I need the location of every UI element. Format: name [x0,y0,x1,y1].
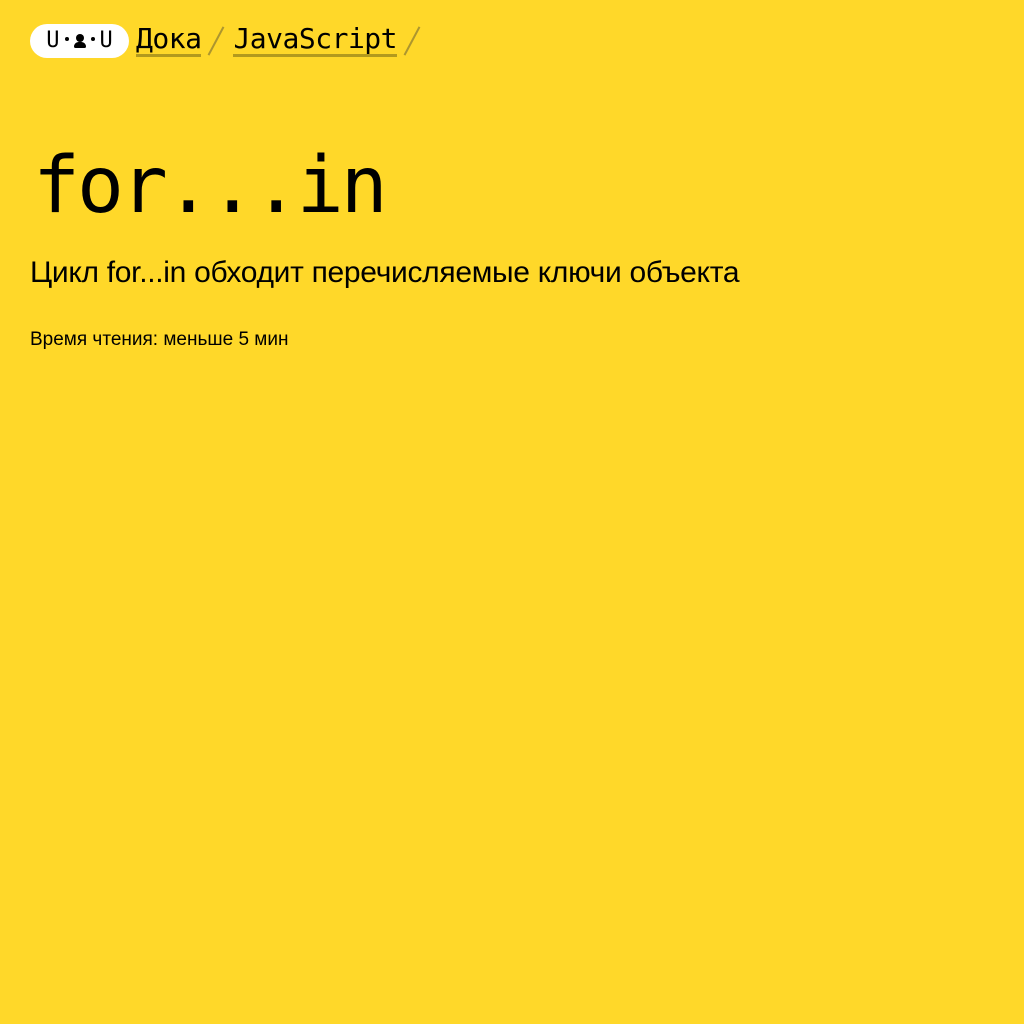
home-logo[interactable]: U U [30,24,129,58]
logo-dot-left [64,37,69,41]
doka-face-logo-icon [73,32,86,50]
logo-dot-right [90,37,95,41]
breadcrumb-javascript-link[interactable]: JavaScript [233,25,398,57]
reading-time: Время чтения: меньше 5 мин [30,329,289,350]
breadcrumb-doka-link[interactable]: Дока [136,25,202,57]
logo-letter-left: U [46,28,60,53]
page-title: for...in [33,141,388,231]
slash-separator-icon [405,26,419,56]
logo-letter-right: U [99,28,113,53]
article-lead: Цикл for...in обходит перечисляемые ключ… [30,256,740,289]
site-header: U U Дока JavaScript [30,20,429,62]
slash-separator-icon [209,26,223,56]
